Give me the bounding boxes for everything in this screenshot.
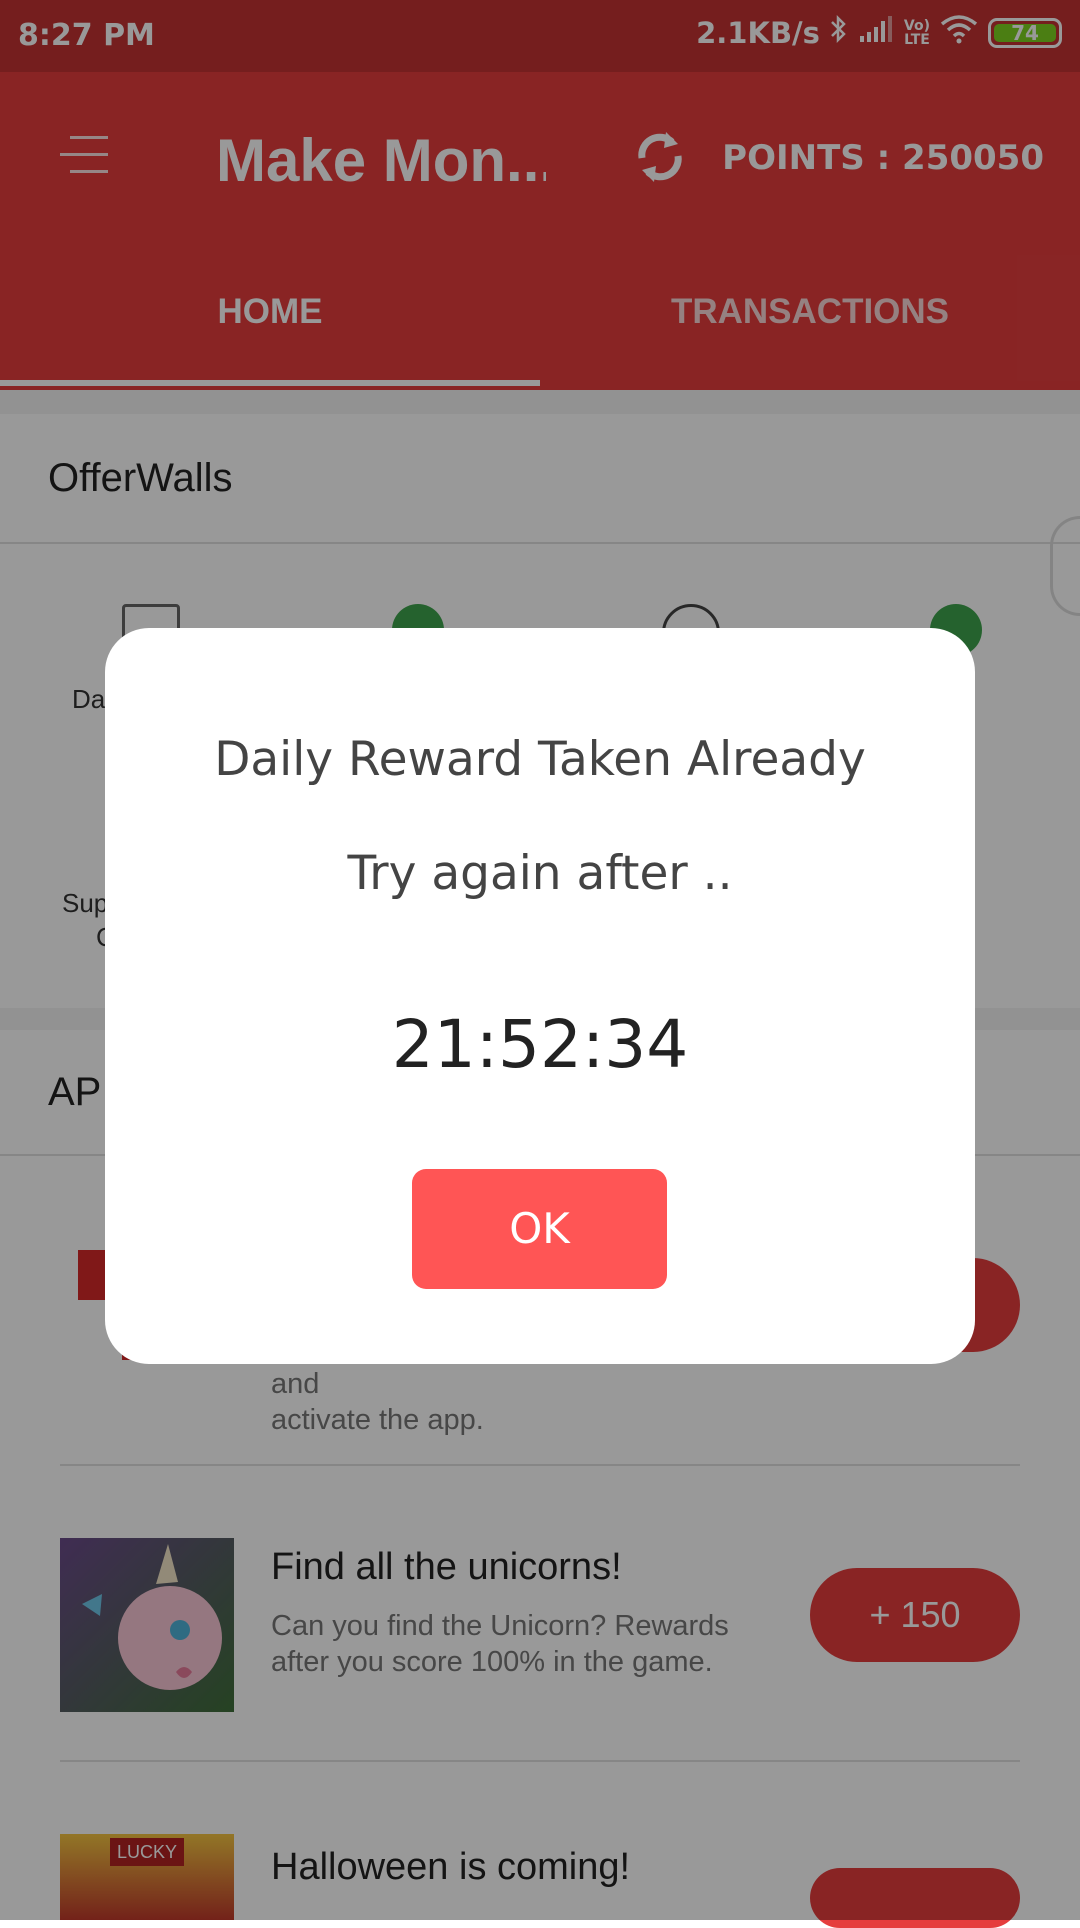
dialog-title: Daily Reward Taken Already [214,732,866,787]
daily-reward-dialog: Daily Reward Taken Already Try again aft… [105,628,975,1364]
countdown-timer: 21:52:34 [391,1006,689,1083]
dialog-subtitle: Try again after .. [347,846,733,901]
ok-button[interactable]: OK [412,1169,667,1289]
